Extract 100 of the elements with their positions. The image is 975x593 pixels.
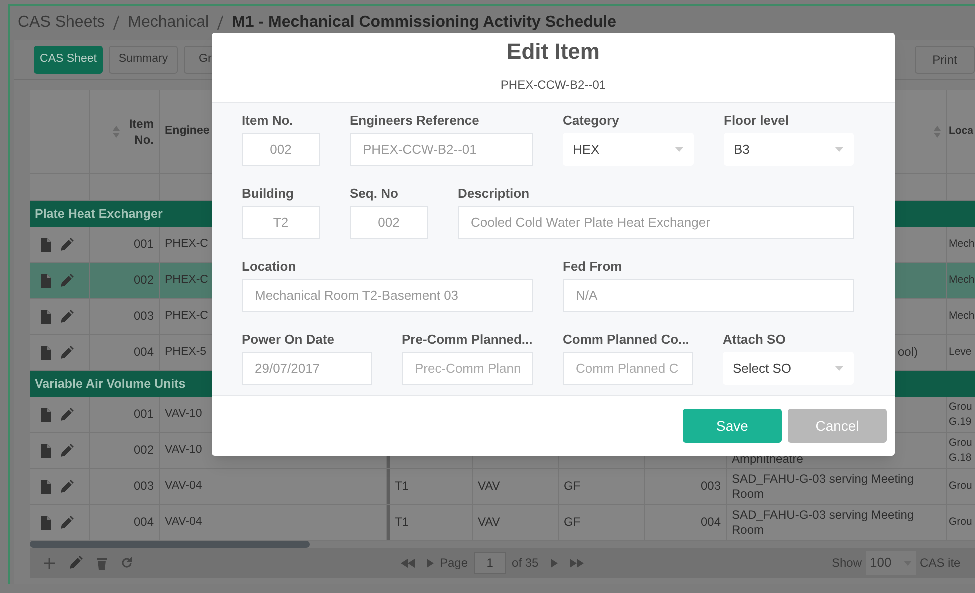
- table-cell: T1: [395, 515, 410, 530]
- tab[interactable]: CAS Sheet: [34, 46, 103, 74]
- table-cell: 004: [134, 345, 154, 360]
- table-cell: PHEX-C: [165, 273, 208, 288]
- pencil-icon[interactable]: [60, 444, 74, 458]
- caret-icon: [675, 147, 684, 152]
- table-cell: 003: [134, 479, 154, 494]
- table-cell: ool): [898, 345, 918, 360]
- file-icon[interactable]: [40, 238, 51, 252]
- table-cell: Amphitheatre: [732, 452, 804, 467]
- slash-icon: [113, 15, 120, 31]
- table-cell: GF: [564, 479, 581, 494]
- table-cell: 001: [134, 237, 154, 252]
- fast-forward-icon[interactable]: [570, 558, 584, 568]
- field-label: Description: [458, 185, 531, 202]
- file-icon[interactable]: [40, 346, 51, 360]
- table-cell: Mech: [949, 309, 975, 324]
- pencil-icon[interactable]: [60, 274, 74, 288]
- table-cell: VAV-10: [165, 407, 202, 422]
- page-count: of 35: [512, 555, 539, 572]
- input-field[interactable]: Prec-Comm Plann: [402, 352, 533, 385]
- refresh-icon[interactable]: [121, 557, 133, 569]
- page-input[interactable]: 1: [474, 552, 506, 574]
- field-label: Comm Planned Co...: [563, 331, 690, 348]
- pencil-icon[interactable]: [69, 556, 83, 570]
- pencil-icon[interactable]: [60, 346, 74, 360]
- table-cell: VAV-04: [165, 479, 202, 494]
- column-title: Loca: [949, 124, 974, 139]
- dropdown[interactable]: Select SO: [723, 352, 854, 385]
- file-icon[interactable]: [40, 480, 51, 494]
- file-icon[interactable]: [40, 310, 51, 324]
- table-cell: PHEX-C: [165, 309, 208, 324]
- field-label: Attach SO: [723, 331, 787, 348]
- table-cell: 001: [134, 407, 154, 422]
- table-cell: VAV: [478, 479, 500, 494]
- tab[interactable]: Summary: [109, 46, 178, 74]
- table-row[interactable]: 003 VAV-04 T1 VAV GF 003 SAD_FAHU-G-03 serving Meeting Room Grou: [30, 469, 975, 505]
- items-label: CAS ite: [920, 555, 961, 572]
- plus-icon[interactable]: [44, 558, 55, 568]
- file-icon[interactable]: [40, 516, 51, 530]
- table-cell: Mech: [949, 273, 975, 288]
- rewind-icon[interactable]: [401, 558, 415, 568]
- table-cell-text: Grou: [949, 479, 974, 494]
- field-label: Engineers Reference: [350, 112, 480, 129]
- field-label: Item No.: [242, 112, 294, 129]
- table-cell-text: Grou G.19: [949, 400, 974, 430]
- table-cell: GF: [564, 515, 581, 530]
- print-button[interactable]: Print: [915, 46, 975, 74]
- dialog-title: Edit Item: [507, 38, 600, 66]
- file-icon[interactable]: [40, 444, 51, 458]
- table-cell: 004: [134, 515, 154, 530]
- right-arrow-icon[interactable]: [550, 558, 558, 568]
- caret-icon: [835, 147, 844, 152]
- field-label: Floor level: [724, 112, 790, 129]
- table-cell: 002: [134, 273, 154, 288]
- breadcrumb-item: M1 - Mechanical Commissioning Activity Schedule: [232, 13, 616, 33]
- table-cell-text: Grou: [949, 515, 974, 530]
- table-cell: T1: [395, 479, 410, 494]
- breadcrumb-item[interactable]: Mechanical: [128, 11, 210, 35]
- table-cell: PHEX-C: [165, 237, 208, 252]
- cancel-button[interactable]: Cancel: [788, 409, 887, 443]
- table-cell: 004: [700, 515, 721, 530]
- page-size-select[interactable]: 100: [866, 551, 916, 575]
- table-cell: VAV: [478, 515, 500, 530]
- file-icon[interactable]: [40, 408, 51, 422]
- pencil-icon[interactable]: [60, 238, 74, 252]
- table-cell: 003: [700, 479, 721, 494]
- field-label: Seq. No: [350, 185, 400, 202]
- pencil-icon[interactable]: [60, 310, 74, 324]
- dropdown[interactable]: B3: [724, 133, 854, 166]
- right-arrow-icon[interactable]: [427, 558, 434, 568]
- field-label: Fed From: [563, 258, 624, 275]
- field-label: Location: [242, 258, 298, 275]
- pencil-icon[interactable]: [60, 480, 74, 494]
- table-cell-text: SAD_FAHU-G-03 serving Meeting Room: [732, 508, 916, 538]
- page-label: Page: [440, 555, 468, 572]
- input-field[interactable]: Comm Planned C: [563, 352, 693, 385]
- table-cell: 002: [134, 443, 154, 458]
- table-row[interactable]: 004 VAV-04 T1 VAV GF 004 SAD_FAHU-G-03 serving Meeting Room Grou: [30, 505, 975, 541]
- table-cell: PHEX-5: [165, 345, 207, 360]
- table-cell-text: Leve: [949, 345, 973, 360]
- column-title: Item No.: [128, 116, 154, 148]
- table-cell-text: Grou G.18: [949, 436, 974, 466]
- trash-icon[interactable]: [97, 556, 107, 570]
- table-cell: VAV-10: [165, 443, 202, 458]
- table-cell: 003: [134, 309, 154, 324]
- table-cell-text: SAD_FAHU-G-03 serving Meeting Room: [732, 472, 916, 502]
- column-title: Enginee: [165, 124, 210, 139]
- dialog-subtitle: PHEX-CCW-B2--01: [500, 77, 606, 94]
- scrollbar-thumb[interactable]: [30, 541, 310, 548]
- slash-icon: [217, 15, 224, 31]
- pencil-icon[interactable]: [60, 516, 74, 530]
- pencil-icon[interactable]: [60, 408, 74, 422]
- file-icon[interactable]: [40, 274, 51, 288]
- save-button[interactable]: Save: [683, 409, 782, 443]
- dropdown[interactable]: HEX: [563, 133, 694, 166]
- breadcrumb-item[interactable]: CAS Sheets: [18, 11, 106, 35]
- sort-icon: [934, 126, 941, 138]
- sort-icon: [113, 126, 120, 138]
- field-label: Category: [563, 112, 620, 129]
